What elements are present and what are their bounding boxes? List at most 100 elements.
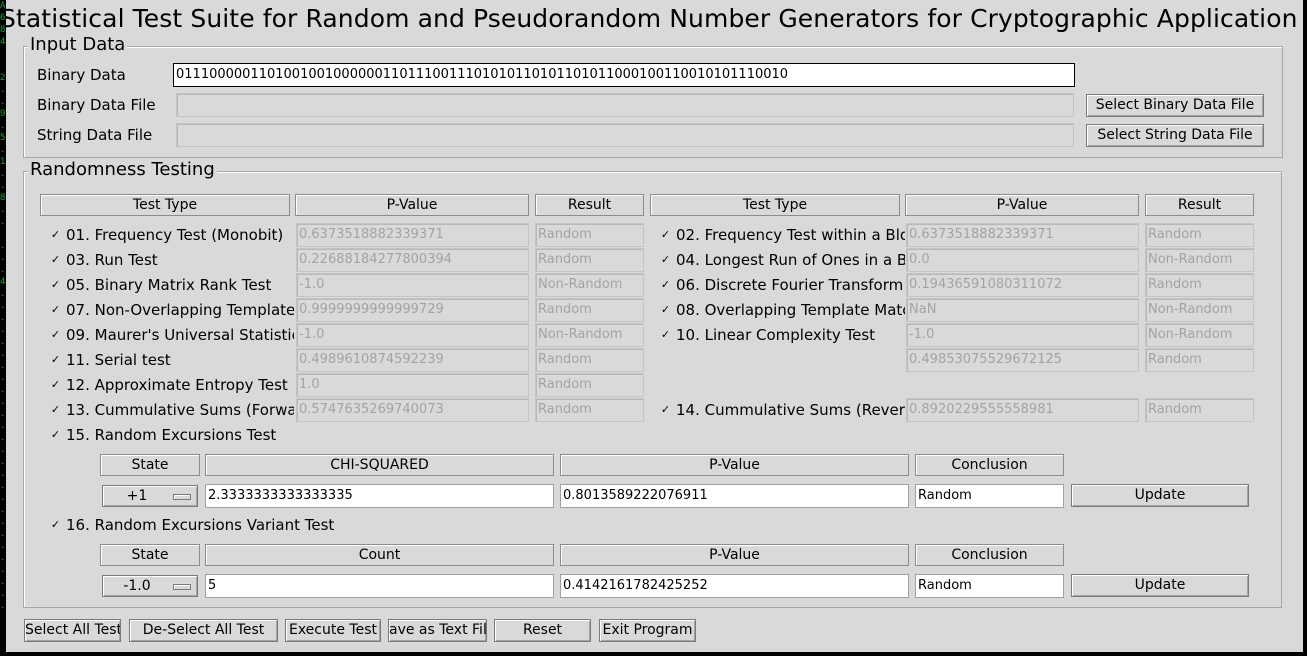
reset-button[interactable]: Reset	[494, 619, 591, 642]
variant-p-value[interactable]: 0.4142161782425252	[560, 574, 909, 598]
window-title: Statistical Test Suite for Random and Ps…	[6, 4, 1298, 33]
test-01-result: Random	[535, 223, 644, 247]
excursions-conclusion[interactable]: Random	[915, 484, 1064, 508]
test-09-checkbox[interactable]: ✓	[50, 329, 61, 341]
test-01-label: 01. Frequency Test (Monobit)	[66, 226, 284, 244]
test-02-p-value: 0.6373518882339371	[906, 223, 1139, 247]
test-01-p-value: 0.6373518882339371	[296, 223, 529, 247]
dropdown-indicator-icon	[173, 494, 191, 500]
test-11-second-result: Random	[1145, 348, 1254, 372]
test-14-label: 14. Cummulative Sums (Reverse)	[676, 401, 905, 419]
test-02-checkbox[interactable]: ✓	[660, 229, 671, 241]
test-14-p-value: 0.8920229555558981	[906, 398, 1139, 422]
test-07-checkbox[interactable]: ✓	[50, 304, 61, 316]
test-07-p-value: 0.9999999999999729	[296, 298, 529, 322]
test-11-p-value: 0.4989610874592239	[296, 348, 529, 372]
test-04-checkbox[interactable]: ✓	[660, 254, 671, 266]
test-11-checkbox[interactable]: ✓	[50, 354, 61, 366]
header-result: Result	[1145, 194, 1254, 216]
main-window: Statistical Test Suite for Random and Ps…	[6, 0, 1303, 652]
variant-update-button[interactable]: Update	[1071, 574, 1249, 597]
excursions-state-dropdown[interactable]: +1	[102, 485, 198, 507]
test-06-p-value: 0.19436591080311072	[906, 273, 1139, 297]
test-08-result: Non-Random	[1145, 298, 1254, 322]
test-12-label: 12. Approximate Entropy Test	[66, 376, 288, 394]
deselect-all-tests-button[interactable]: De-Select All Test	[129, 619, 278, 642]
test-12-p-value: 1.0	[296, 373, 529, 397]
variant-header-conclusion: Conclusion	[915, 544, 1064, 566]
excursions-header-chi-squared: CHI-SQUARED	[205, 454, 554, 476]
excursions-update-button[interactable]: Update	[1071, 484, 1249, 507]
test-03-label: 03. Run Test	[66, 251, 158, 269]
test-14-checkbox[interactable]: ✓	[660, 404, 671, 416]
excursions-chi-squared[interactable]: 2.3333333333333335	[205, 484, 554, 508]
select-string-file-button[interactable]: Select String Data File	[1086, 124, 1264, 147]
test-03-checkbox[interactable]: ✓	[50, 254, 61, 266]
input-data-label: Input Data	[28, 34, 128, 55]
desktop-background: A 6 8 4 2 . . 9 . 5 . 1 . . 8 . . . . . …	[0, 1, 6, 611]
binary-data-label: Binary Data	[37, 66, 126, 84]
test-16-label: 16. Random Excursions Variant Test	[66, 516, 335, 534]
randomness-testing-label: Randomness Testing	[28, 159, 217, 180]
test-15-checkbox[interactable]: ✓	[50, 429, 61, 441]
excursions-header-conclusion: Conclusion	[915, 454, 1064, 476]
test-07-label: 07. Non-Overlapping Template Matching	[66, 301, 294, 319]
test-11-result: Random	[535, 348, 644, 372]
test-06-result: Random	[1145, 273, 1254, 297]
test-04-p-value: 0.0	[906, 248, 1139, 272]
test-03-p-value: 0.22688184277800394	[296, 248, 529, 272]
test-02-label: 02. Frequency Test within a Block	[676, 226, 905, 244]
variant-state-dropdown[interactable]: -1.0	[102, 575, 198, 597]
binary-data-file-input[interactable]	[176, 93, 1074, 117]
variant-header-count: Count	[205, 544, 554, 566]
excursions-p-value[interactable]: 0.8013589222076911	[560, 484, 909, 508]
test-10-checkbox[interactable]: ✓	[660, 329, 671, 341]
test-03-result: Random	[535, 248, 644, 272]
test-07-result: Random	[535, 298, 644, 322]
select-binary-file-button[interactable]: Select Binary Data File	[1086, 94, 1264, 117]
test-01-checkbox[interactable]: ✓	[50, 229, 61, 241]
test-16-checkbox[interactable]: ✓	[50, 519, 61, 531]
header-test-type: Test Type	[40, 194, 290, 216]
test-09-label: 09. Maurer's Universal Statistic	[66, 326, 294, 344]
test-13-p-value: 0.5747635269740073	[296, 398, 529, 422]
test-10-p-value: -1.0	[906, 323, 1139, 347]
test-02-result: Random	[1145, 223, 1254, 247]
test-04-result: Non-Random	[1145, 248, 1254, 272]
test-08-p-value: NaN	[906, 298, 1139, 322]
binary-data-input[interactable]: 0111000001101001001000000110111001110101…	[173, 63, 1075, 87]
test-10-result: Non-Random	[1145, 323, 1254, 347]
test-04-label: 04. Longest Run of Ones in a Block	[676, 251, 905, 269]
execute-test-button[interactable]: Execute Test	[285, 619, 381, 642]
test-05-p-value: -1.0	[296, 273, 529, 297]
test-06-checkbox[interactable]: ✓	[660, 279, 671, 291]
variant-conclusion[interactable]: Random	[915, 574, 1064, 598]
header-p-value: P-Value	[905, 194, 1139, 216]
string-data-file-label: String Data File	[37, 126, 153, 144]
exit-program-button[interactable]: Exit Program	[599, 619, 696, 642]
test-05-result: Non-Random	[535, 273, 644, 297]
test-05-checkbox[interactable]: ✓	[50, 279, 61, 291]
string-data-file-input[interactable]	[176, 123, 1074, 147]
save-as-text-file-button[interactable]: ave as Text Fil	[388, 619, 487, 642]
test-11-label: 11. Serial test	[66, 351, 171, 369]
header-result: Result	[535, 194, 644, 216]
excursions-header-p-value: P-Value	[560, 454, 909, 476]
test-15-label: 15. Random Excursions Test	[66, 426, 277, 444]
test-13-checkbox[interactable]: ✓	[50, 404, 61, 416]
test-05-label: 05. Binary Matrix Rank Test	[66, 276, 272, 294]
test-12-checkbox[interactable]: ✓	[50, 379, 61, 391]
test-09-result: Non-Random	[535, 323, 644, 347]
dropdown-indicator-icon	[173, 584, 191, 590]
test-08-checkbox[interactable]: ✓	[660, 304, 671, 316]
test-13-label: 13. Cummulative Sums (Forward)	[66, 401, 294, 419]
variant-header-state: State	[100, 544, 200, 566]
header-test-type: Test Type	[650, 194, 900, 216]
select-all-tests-button[interactable]: Select All Test	[24, 619, 121, 642]
variant-header-p-value: P-Value	[560, 544, 909, 566]
test-11-second-p-value: 0.49853075529672125	[906, 348, 1139, 372]
test-13-result: Random	[535, 398, 644, 422]
test-10-label: 10. Linear Complexity Test	[676, 326, 876, 344]
variant-count[interactable]: 5	[205, 574, 554, 598]
test-06-label: 06. Discrete Fourier Transform	[676, 276, 904, 294]
